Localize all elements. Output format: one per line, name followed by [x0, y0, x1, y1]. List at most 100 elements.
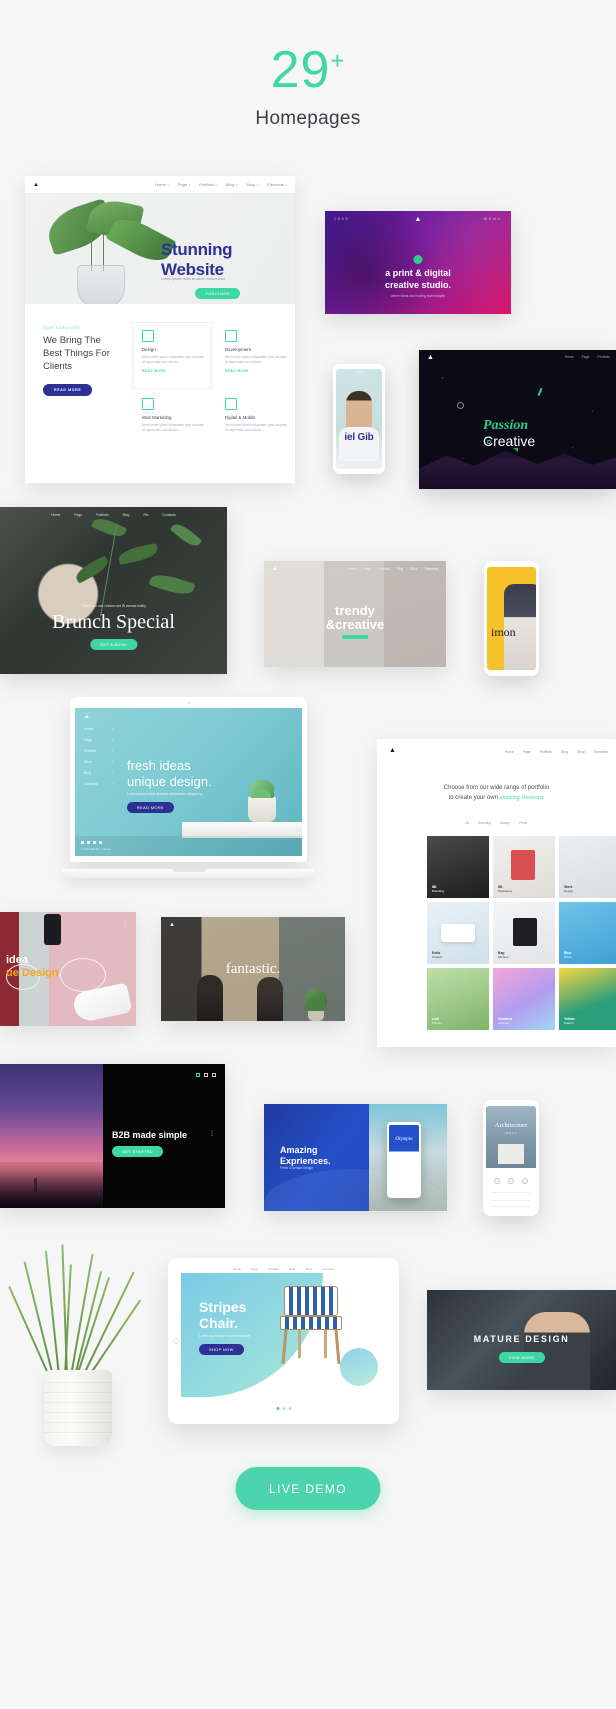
more-options-icon[interactable]: ⋮	[122, 920, 128, 927]
demo-laptop-fresh-ideas[interactable]: ▲ Home › Page › Portfolio › Shop › Blog › Con…	[62, 697, 315, 878]
nav-item-shop[interactable]: Shop	[577, 750, 585, 754]
demo-card-brunch-special[interactable]: Home Page Portfolio Blog Pin Contacts Ch…	[0, 507, 227, 674]
sidebar-item-portfolio[interactable]: Portfolio ›	[84, 749, 119, 753]
demo-tablet-stripes-chair[interactable]: Home Page Portfolio Blog Shop Contacts S…	[168, 1258, 399, 1424]
purchase-button[interactable]: PURCHASE	[195, 288, 240, 299]
nav-item-page[interactable]: Page	[364, 567, 371, 571]
nav-item-portfolio[interactable]: Portfolio	[598, 355, 610, 359]
brand-logo-icon: ▲	[272, 566, 278, 572]
service-card-design[interactable]: Design Nemo enim ipsam voluptatem quia v…	[142, 330, 204, 373]
nav-item-home[interactable]: Home	[233, 1267, 241, 1271]
nav-item-portfolio[interactable]: Portfolio	[96, 513, 108, 517]
sidebar-item-page[interactable]: Page ›	[84, 738, 119, 742]
nav-item-portfolio[interactable]: Portfolio	[199, 182, 217, 187]
nav-item-portfolio[interactable]: Portfolio	[378, 567, 390, 571]
filter-all[interactable]: All	[466, 821, 470, 825]
demo-phone-architecture[interactable]: Architecture IDEAS	[483, 1100, 539, 1216]
demo-card-unique-design[interactable]: idea ue Design. ⋮	[0, 912, 136, 1026]
service-card-development[interactable]: Development Nemo enim ipsam voluptatem q…	[225, 330, 287, 373]
shop-now-button[interactable]: SHOP NOW	[199, 1344, 244, 1355]
nav-item-page[interactable]: Page	[523, 750, 531, 754]
read-more-button[interactable]: READ MORE	[127, 802, 174, 813]
sidebar-item-home[interactable]: Home ›	[84, 727, 119, 731]
sidebar-item-blog[interactable]: Blog ›	[84, 771, 119, 775]
home-button-icon[interactable]	[173, 1338, 179, 1344]
play-dot-icon[interactable]	[413, 255, 423, 264]
nav-item-shop[interactable]: Shop	[410, 567, 417, 571]
nav-item-home[interactable]: Home	[565, 355, 574, 359]
filter-branding[interactable]: Branding	[478, 821, 491, 825]
portfolio-filters[interactable]: All Branding Design Photo	[377, 821, 616, 825]
copyright-text: © 2019 Mixdes - Theme	[81, 847, 111, 851]
person-name: iel Gib	[344, 432, 374, 443]
portfolio-item[interactable]: Work Design	[559, 836, 616, 898]
portfolio-item[interactable]: Bag Mockup	[493, 902, 555, 964]
demo-card-fantastic[interactable]: ▲ fantastic.	[161, 917, 345, 1021]
sidebar-item-contacts[interactable]: Contacts ›	[84, 782, 119, 786]
nav-item-elements[interactable]: Elements	[594, 750, 608, 754]
nav-item-elements[interactable]: Elements	[425, 567, 438, 571]
demo-phone-personal-portfolio[interactable]: iel Gib	[333, 364, 385, 474]
demo-card-trendy-creative[interactable]: ▲ Home Page Portfolio Blog Shop Elements…	[264, 561, 446, 667]
nav-item-home[interactable]: Home	[155, 182, 169, 187]
service-card-digital-mobile[interactable]: Digital & Mobile Nemo enim ipsam volupta…	[225, 398, 287, 433]
portfolio-item[interactable]: Blue Photo	[559, 902, 616, 964]
portfolio-item[interactable]: IBI Packaging	[493, 836, 555, 898]
get-started-button[interactable]: GET STARTED	[112, 1146, 163, 1157]
sunset-photo	[0, 1064, 103, 1208]
filter-design[interactable]: Design	[500, 821, 510, 825]
nav-item-elements[interactable]: Elements	[267, 182, 287, 187]
portfolio-item[interactable]: IBI Branding	[427, 836, 489, 898]
nav-item-pin[interactable]: Pin	[143, 513, 148, 517]
topbar-menu-label[interactable]: MENU	[484, 217, 502, 221]
filter-photo[interactable]: Photo	[519, 821, 527, 825]
service-read-more[interactable]: READ MORE	[225, 369, 287, 373]
slider-dots[interactable]	[276, 1407, 291, 1410]
nav-item-home[interactable]: Home	[505, 750, 514, 754]
nav-item-shop[interactable]: Shop	[305, 1267, 312, 1271]
demo-card-b2b-made-simple[interactable]: B2B made simple GET STARTED ⋮	[0, 1064, 225, 1208]
nav-item-contacts[interactable]: Contacts	[162, 513, 175, 517]
view-more-button[interactable]: VIEW MORE	[498, 1352, 545, 1363]
nav-item-blog[interactable]: Blog	[226, 182, 237, 187]
book-button[interactable]: GET A BOOK	[89, 639, 138, 650]
cube-icon	[142, 330, 154, 342]
read-more-button[interactable]: READ MORE	[43, 384, 93, 397]
chair-product-image	[278, 1286, 352, 1366]
nav-item-home[interactable]: Home	[348, 567, 357, 571]
accent-bar	[342, 635, 368, 639]
demo-card-passion-creative[interactable]: ▲ Home Page Portfolio Passion Creative	[419, 350, 616, 489]
nav-item-page[interactable]: Page	[178, 182, 190, 187]
service-read-more[interactable]: READ MORE	[142, 369, 204, 373]
demo-card-amazing-expriences[interactable]: Amazing Expriences. Fresh & Unique Design…	[264, 1104, 447, 1211]
nav-item-portfolio[interactable]: Portfolio	[268, 1267, 279, 1271]
nav-item-blog[interactable]: Blog	[561, 750, 568, 754]
nav-item-page[interactable]: Page	[251, 1267, 258, 1271]
nav-item-portfolio[interactable]: Portfolio	[540, 750, 552, 754]
portfolio-item[interactable]: Leaf Portrait	[427, 968, 489, 1030]
toolbar-icons[interactable]	[196, 1073, 216, 1077]
portfolio-item[interactable]: Rolls Product	[427, 902, 489, 964]
live-demo-button[interactable]: LIVE DEMO	[235, 1467, 381, 1510]
hero-title: Passion Creative	[483, 418, 535, 450]
demo-card-print-digital-studio[interactable]: 1905 MENU ▲ a print & digital creative st…	[325, 211, 511, 314]
portfolio-item[interactable]: Yellow Pattern	[559, 968, 616, 1030]
demo-card-mature-design[interactable]: MATURE DESIGN VIEW MORE	[427, 1290, 616, 1390]
nav-item-blog[interactable]: Blog	[123, 513, 130, 517]
service-card-web-marketing[interactable]: Web Marketing Nemo enim ipsam voluptatem…	[142, 398, 204, 433]
sidebar-item-shop[interactable]: Shop ›	[84, 760, 119, 764]
feature-icons[interactable]	[486, 1178, 536, 1184]
nav-item-blog[interactable]: Blog	[289, 1267, 295, 1271]
demo-card-portfolio-grid[interactable]: ▲ Home Page Portfolio Blog Shop Elements…	[377, 739, 616, 1047]
demo-phone-yellow-fashion[interactable]: imon	[484, 561, 539, 676]
nav-item-shop[interactable]: Shop	[246, 182, 258, 187]
social-icons[interactable]	[81, 841, 302, 844]
nav-item-blog[interactable]: Blog	[397, 567, 403, 571]
nav-item-contacts[interactable]: Contacts	[322, 1267, 334, 1271]
demo-card-stunning-website[interactable]: ▲ Home Page Portfolio Blog Shop Elements…	[25, 176, 295, 483]
more-options-icon[interactable]: ⋮	[209, 1130, 215, 1137]
nav-item-home[interactable]: Home	[51, 513, 60, 517]
nav-item-page[interactable]: Page	[74, 513, 82, 517]
portfolio-item[interactable]: Gradient Abstract	[493, 968, 555, 1030]
nav-item-page[interactable]: Page	[582, 355, 590, 359]
